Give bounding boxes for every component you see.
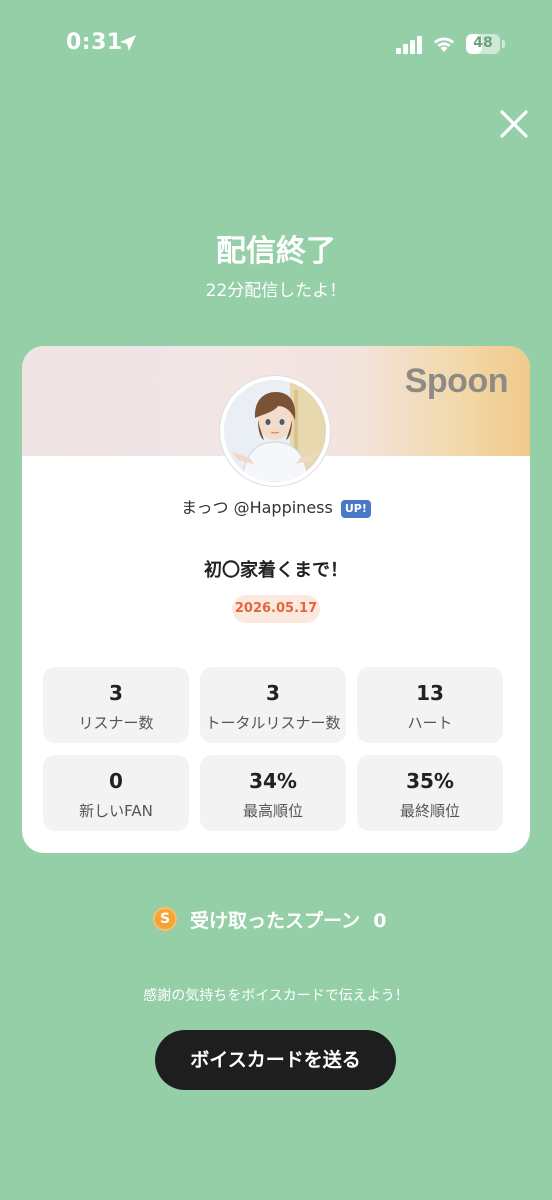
page-title: 配信終了	[216, 234, 336, 269]
wifi-icon	[434, 37, 454, 52]
stat-value: 34%	[249, 769, 297, 793]
location-arrow-icon	[120, 35, 136, 51]
stat-value: 13	[416, 681, 444, 705]
battery-percentage: 48	[473, 35, 493, 51]
broadcast-summary-card: Spoon まっつ @Happiness UP! 初〇家着くまで！ 2026.05…	[22, 346, 530, 853]
avatar	[220, 376, 330, 486]
username-row: まっつ @Happiness UP!	[22, 494, 530, 518]
received-spoons-row: S 受け取ったスプーン 0	[0, 905, 552, 935]
avatar-illustration	[224, 380, 326, 482]
signal-icon	[396, 36, 422, 54]
stat-label: 最高順位	[242, 802, 303, 820]
up-badge: UP!	[340, 499, 371, 518]
stat-label: 新しいFAN	[79, 802, 153, 820]
thanks-message: 感謝の気持ちをボイスカードで伝えよう！	[143, 988, 409, 1004]
date-badge: 2026.05.17	[232, 595, 320, 623]
close-icon[interactable]	[494, 104, 534, 144]
stat-hearts: 13 ハート	[357, 667, 503, 743]
received-spoons-label: 受け取ったスプーン 0	[190, 910, 387, 932]
send-voice-card-button[interactable]: ボイスカードを送る	[155, 1030, 396, 1090]
stat-label: リスナー数	[78, 714, 154, 732]
spoon-coin-icon: S	[153, 907, 177, 931]
status-time: 0:31	[66, 30, 123, 55]
duration-subtitle: 22分配信したよ！	[205, 281, 347, 301]
live-title: 初〇家着くまで！	[204, 560, 348, 581]
stat-value: 35%	[406, 769, 454, 793]
stat-final-rank: 35% 最終順位	[357, 755, 503, 831]
stat-value: 3	[109, 681, 123, 705]
spoon-logo: Spoon	[404, 362, 509, 400]
battery-icon: 48	[466, 34, 506, 54]
stat-label: 最終順位	[399, 802, 460, 820]
stat-label: ハート	[407, 714, 453, 732]
stat-highest-rank: 34% 最高順位	[200, 755, 346, 831]
username: まっつ @Happiness	[181, 498, 333, 517]
stat-new-fans: 0 新しいFAN	[43, 755, 189, 831]
stat-value: 0	[109, 769, 123, 793]
stat-total-listeners: 3 トータルリスナー数	[200, 667, 346, 743]
stat-value: 3	[266, 681, 280, 705]
status-bar: 0:31 48	[0, 0, 552, 90]
stat-label: トータルリスナー数	[205, 714, 341, 732]
stat-listeners: 3 リスナー数	[43, 667, 189, 743]
